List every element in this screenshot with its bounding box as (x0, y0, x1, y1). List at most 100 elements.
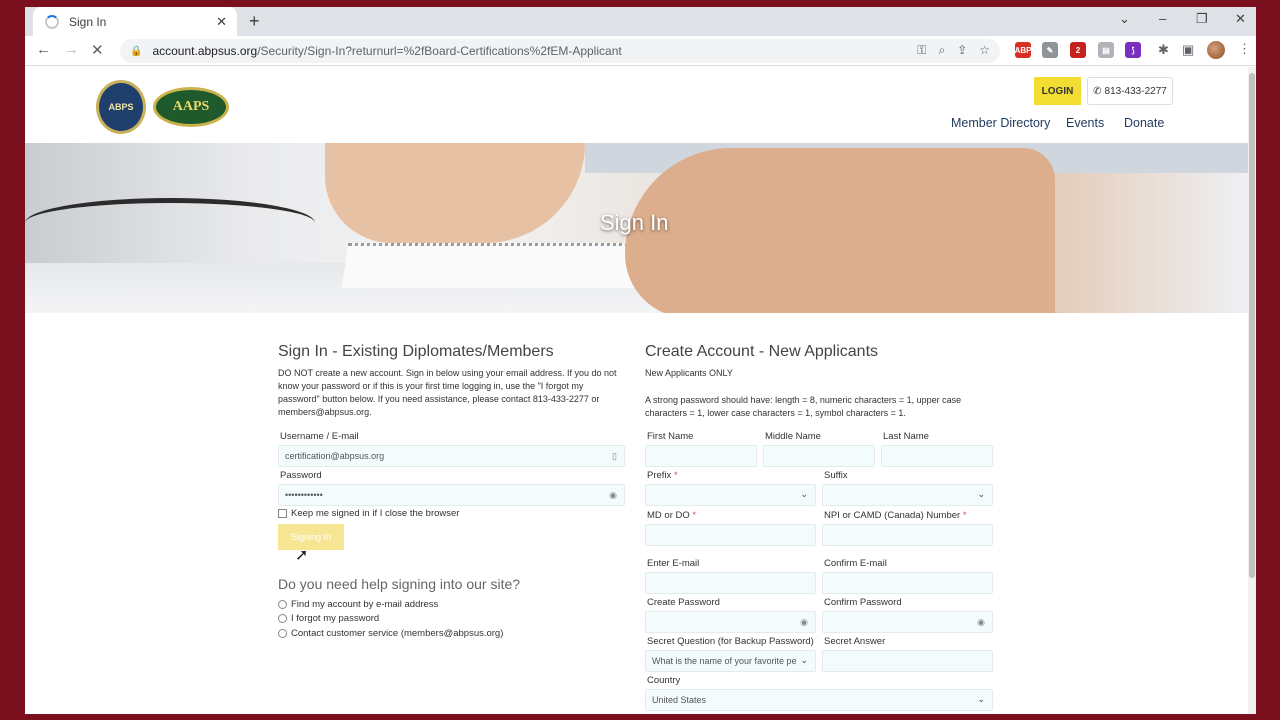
secret-answer-input[interactable] (822, 650, 993, 672)
forward-icon[interactable]: → (64, 41, 79, 58)
back-icon[interactable]: ← (36, 41, 51, 58)
secret-question-select[interactable]: What is the name of your favorite pe ⌄ (645, 650, 816, 672)
minimize-button[interactable]: – (1159, 11, 1166, 26)
help-option-contact-service[interactable]: Contact customer service (members@abpsus… (291, 628, 503, 639)
url-path: /Security/Sign-In?returnurl=%2fBoard-Cer… (257, 44, 622, 58)
side-panel-icon[interactable]: ▣ (1182, 42, 1194, 58)
phone-icon: ✆ (1093, 85, 1102, 97)
hero-banner: Sign In (25, 143, 1248, 313)
nav-donate[interactable]: Donate (1124, 116, 1164, 130)
secret-question-label: Secret Question (for Backup Password) (647, 636, 814, 647)
show-password-icon[interactable]: ◉ (609, 490, 617, 501)
show-password-icon[interactable]: ◉ (977, 617, 985, 628)
email-label: Enter E-mail (647, 558, 700, 569)
md-do-input[interactable] (645, 524, 816, 546)
username-input[interactable]: certification@abpsus.org ▯ (278, 445, 625, 467)
radio-forgot-password[interactable] (278, 614, 287, 623)
nav-events[interactable]: Events (1066, 116, 1104, 130)
tab-sign-in[interactable]: Sign In ✕ (33, 7, 237, 36)
create-password-input[interactable]: ◉ (645, 611, 816, 633)
aaps-logo[interactable]: AAPS (153, 87, 229, 127)
confirm-password-label: Confirm Password (824, 597, 902, 608)
login-button[interactable]: LOGIN (1034, 77, 1081, 105)
radio-contact-service[interactable] (278, 629, 287, 638)
chevron-down-icon: ⌄ (977, 489, 985, 499)
show-password-icon[interactable]: ◉ (800, 617, 808, 628)
middle-name-input[interactable] (763, 445, 875, 467)
hero-hand-left (325, 143, 585, 243)
suffix-select[interactable]: ⌄ (822, 484, 993, 506)
create-password-label: Create Password (647, 597, 720, 608)
create-heading: Create Account - New Applicants (645, 343, 879, 360)
country-value: United States (652, 695, 707, 705)
close-tab-icon[interactable]: ✕ (216, 14, 227, 30)
hero-hand-right (625, 148, 1055, 313)
phone-label: 813-433-2277 (1104, 85, 1167, 97)
share-icon[interactable]: ⇪ (957, 43, 967, 58)
md-do-label: MD or DO * (647, 510, 697, 521)
radio-find-account[interactable] (278, 600, 287, 609)
confirm-email-input[interactable] (822, 572, 993, 594)
chevron-down-icon: ⌄ (800, 489, 808, 499)
prefix-label: Prefix * (647, 470, 678, 481)
username-label: Username / E-mail (280, 431, 359, 442)
npi-input[interactable] (822, 524, 993, 546)
signin-intro: DO NOT create a new account. Sign in bel… (278, 368, 617, 417)
lock-icon: 🔒 (130, 45, 143, 57)
prefix-select[interactable]: ⌄ (645, 484, 816, 506)
keep-signed-in-label: Keep me signed in if I close the browser (291, 508, 460, 519)
password-label: Password (280, 470, 322, 481)
username-value: certification@abpsus.org (285, 451, 385, 461)
browser-menu-icon[interactable]: ⋮ (1238, 41, 1251, 57)
abps-logo[interactable]: ABPS (96, 80, 146, 134)
abp-extension-icon[interactable]: ABP (1015, 42, 1031, 58)
npi-label: NPI or CAMD (Canada) Number * (824, 510, 967, 521)
hero-stethoscope (25, 198, 315, 248)
chevron-down-icon: ⌄ (800, 655, 808, 665)
password-input[interactable]: •••••••••••• ◉ (278, 484, 625, 506)
middle-name-label: Middle Name (765, 431, 821, 442)
tab-search-icon[interactable]: ⌄ (1119, 11, 1130, 27)
keep-signed-in-checkbox[interactable] (278, 509, 287, 518)
close-window-button[interactable]: ✕ (1235, 11, 1246, 27)
country-select[interactable]: United States ⌄ (645, 689, 993, 711)
reader-extension-icon[interactable]: ✎ (1042, 42, 1058, 58)
create-subhead: New Applicants ONLY (645, 368, 733, 378)
mouse-cursor-icon: ➚ (295, 547, 309, 564)
url-host: account.abpsus.org (152, 44, 258, 58)
country-label: Country (647, 675, 681, 686)
email-input[interactable] (645, 572, 816, 594)
last-name-input[interactable] (881, 445, 993, 467)
browser-window: Sign In ✕ + ⌄ – ❐ ✕ ← → ✕ 🔒 account.abps… (25, 7, 1256, 714)
restore-button[interactable]: ❐ (1196, 11, 1208, 27)
stop-loading-icon[interactable]: ✕ (91, 41, 104, 59)
page-scrollbar[interactable] (1248, 67, 1256, 714)
first-name-input[interactable] (645, 445, 757, 467)
help-heading: Do you need help signing into our site? (278, 576, 521, 592)
badge-extension-icon[interactable]: 2 (1070, 42, 1086, 58)
signin-button[interactable]: Signing In (278, 524, 344, 550)
hero-notebook (341, 243, 649, 288)
nav-member-directory[interactable]: Member Directory (951, 116, 1050, 130)
help-option-find-account[interactable]: Find my account by e-mail address (291, 599, 438, 610)
hero-title: Sign In (600, 210, 669, 235)
secret-answer-label: Secret Answer (824, 636, 886, 647)
purple-extension-icon[interactable]: ⟆ (1125, 42, 1141, 58)
first-name-label: First Name (647, 431, 694, 442)
extensions-puzzle-icon[interactable]: ✱ (1158, 42, 1169, 58)
autofill-icon[interactable]: ▯ (612, 451, 617, 462)
bookmark-star-icon[interactable]: ☆ (979, 43, 990, 58)
key-icon[interactable]: ⚿ (917, 43, 926, 58)
password-value: •••••••••••• (285, 490, 323, 500)
help-option-forgot-password[interactable]: I forgot my password (291, 613, 379, 624)
signin-heading: Sign In - Existing Diplomates/Members (278, 343, 554, 360)
grey-extension-icon[interactable]: ▤ (1098, 42, 1114, 58)
confirm-password-input[interactable]: ◉ (822, 611, 993, 633)
new-tab-button[interactable]: + (249, 11, 260, 32)
address-bar[interactable]: 🔒 account.abpsus.org /Security/Sign-In?r… (120, 39, 1000, 63)
zoom-icon[interactable]: ⌕ (938, 43, 945, 58)
chevron-down-icon: ⌄ (977, 694, 985, 704)
scrollbar-thumb[interactable] (1249, 73, 1255, 578)
profile-avatar[interactable] (1207, 41, 1225, 59)
phone-button[interactable]: ✆ 813-433-2277 (1087, 77, 1173, 105)
